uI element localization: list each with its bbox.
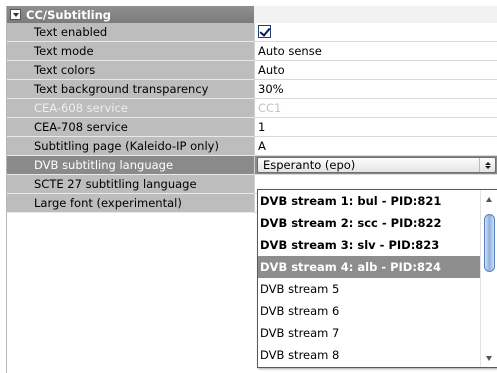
dropdown-option[interactable]: DVB stream 7 <box>258 322 481 344</box>
property-label: DVB subtitling language <box>7 156 254 175</box>
property-label: Subtitling page (Kaleido-IP only) <box>7 137 254 156</box>
property-row-text-colors[interactable]: Text colors Auto <box>7 61 497 80</box>
property-value[interactable]: Auto <box>254 61 497 80</box>
dropdown-option[interactable]: DVB stream 3: slv - PID:823 <box>258 234 481 256</box>
dvb-language-dropdown-list[interactable]: DVB stream 1: bul - PID:821 DVB stream 2… <box>257 189 497 368</box>
property-row-cea-608-service: CEA-608 service CC1 <box>7 99 497 118</box>
dropdown-options: DVB stream 1: bul - PID:821 DVB stream 2… <box>258 190 481 366</box>
property-value-cell[interactable]: Esperanto (epo) <box>254 156 497 175</box>
property-label: CEA-708 service <box>7 118 254 137</box>
scroll-thumb[interactable] <box>484 214 495 272</box>
property-value[interactable]: 1 <box>254 118 497 137</box>
property-row-text-enabled[interactable]: Text enabled <box>7 23 497 42</box>
property-label: Large font (experimental) <box>7 194 254 213</box>
dropdown-option[interactable]: DVB stream 6 <box>258 300 481 322</box>
dropdown-option-highlighted[interactable]: DVB stream 4: alb - PID:824 <box>258 256 481 278</box>
dropdown-option[interactable]: DVB stream 5 <box>258 278 481 300</box>
property-label: Text enabled <box>7 23 254 42</box>
section-header-left[interactable]: CC/Subtitling <box>7 6 254 23</box>
combobox-selected-value: Esperanto (epo) <box>263 158 356 172</box>
text-enabled-checkbox[interactable] <box>258 25 271 38</box>
collapse-toggle-icon[interactable] <box>10 9 21 20</box>
property-label: Text background transparency <box>7 80 254 99</box>
dropdown-scrollbar[interactable] <box>480 190 497 367</box>
section-header[interactable]: CC/Subtitling <box>7 6 497 23</box>
property-value-cell[interactable] <box>254 23 497 42</box>
property-row-subtitling-page[interactable]: Subtitling page (Kaleido-IP only) A <box>7 137 497 156</box>
property-value[interactable]: 30% <box>254 80 497 99</box>
dvb-language-combobox[interactable]: Esperanto (epo) <box>257 157 496 173</box>
property-label: SCTE 27 subtitling language <box>7 175 254 194</box>
property-row-cea-708-service[interactable]: CEA-708 service 1 <box>7 118 497 137</box>
dropdown-option[interactable]: DVB stream 1: bul - PID:821 <box>258 190 481 212</box>
scroll-down-arrow-icon[interactable] <box>481 351 497 365</box>
property-value[interactable]: A <box>254 137 497 156</box>
property-label: CEA-608 service <box>7 99 254 118</box>
section-header-fill <box>254 6 497 23</box>
dropdown-option[interactable]: DVB stream 8 <box>258 344 481 366</box>
section-title: CC/Subtitling <box>26 7 112 22</box>
property-row-text-mode[interactable]: Text mode Auto sense <box>7 42 497 61</box>
scroll-track[interactable] <box>482 206 496 351</box>
property-label: Text colors <box>7 61 254 80</box>
scroll-up-arrow-icon[interactable] <box>481 192 497 206</box>
property-value: CC1 <box>254 99 497 118</box>
property-row-dvb-subtitling-language[interactable]: DVB subtitling language Esperanto (epo) <box>7 156 497 175</box>
property-value[interactable]: Auto sense <box>254 42 497 61</box>
property-label: Text mode <box>7 42 254 61</box>
property-rows: Text enabled Text mode Auto sense Text c… <box>7 23 497 213</box>
property-row-text-background-transparency[interactable]: Text background transparency 30% <box>7 80 497 99</box>
up-down-arrows-icon[interactable] <box>479 158 495 172</box>
dropdown-option[interactable]: DVB stream 2: scc - PID:822 <box>258 212 481 234</box>
